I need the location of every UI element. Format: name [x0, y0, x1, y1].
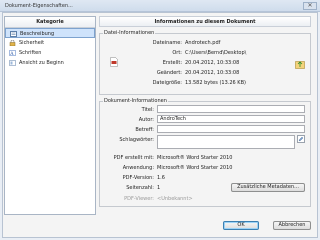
category-label: Beschreibung — [20, 31, 55, 37]
modified-label: Geändert: — [156, 70, 182, 76]
author-label: Autor: — [138, 117, 154, 123]
initial-view-icon — [9, 60, 16, 66]
modified-value: 20.04.2012, 10:33:08 — [185, 70, 240, 76]
pdf-document-icon — [110, 57, 118, 67]
title-field[interactable] — [157, 105, 305, 113]
page-count-label: Seitenzahl: — [126, 185, 154, 191]
file-info-label: Datei-Informationen — [103, 30, 156, 36]
created-value: 20.04.2012, 10:33:08 — [185, 60, 240, 66]
cancel-button[interactable]: Abbrechen — [273, 221, 311, 230]
additional-metadata-button[interactable]: Zusätzliche Metadaten... — [231, 183, 305, 192]
category-item-sicherheit[interactable]: Sicherheit — [5, 38, 95, 48]
info-header-title: Informationen zu diesem Dokument — [154, 19, 256, 25]
category-item-beschreibung[interactable]: Beschreibung — [5, 28, 95, 38]
fonts-icon: A — [9, 50, 16, 56]
description-icon — [10, 31, 17, 37]
file-name-value: Androtech.pdf — [185, 40, 221, 46]
keywords-label: Schlagwörter: — [119, 137, 154, 143]
ok-button[interactable]: OK — [223, 221, 259, 230]
edit-icon — [298, 136, 304, 142]
file-location-value: C:\Users\Bernd\Desktop\ — [185, 50, 247, 56]
category-pane: Kategorie Beschreibung Sicherheit A Schr… — [4, 16, 96, 215]
pdf-viewer-label: PDF-Viewer: — [124, 196, 154, 202]
category-label: Schriften — [19, 50, 42, 56]
application-label: Anwendung: — [122, 165, 154, 171]
pdf-producer-value: Microsoft® Word Starter 2010 — [157, 155, 233, 161]
category-label: Ansicht zu Beginn — [19, 60, 64, 66]
window-title: Dokument-Eigenschaften... — [5, 3, 73, 9]
titlebar: Dokument-Eigenschaften... ✕ — [0, 0, 320, 12]
category-item-schriften[interactable]: A Schriften — [5, 48, 95, 58]
created-label: Erstellt: — [162, 60, 182, 66]
title-label: Titel: — [141, 107, 154, 113]
category-item-ansicht[interactable]: Ansicht zu Beginn — [5, 58, 95, 68]
open-folder-icon[interactable] — [295, 59, 305, 69]
dialog-body: Kategorie Beschreibung Sicherheit A Schr… — [2, 12, 318, 238]
close-button[interactable]: ✕ — [303, 2, 317, 10]
keywords-edit-button[interactable] — [297, 135, 305, 143]
info-header: Informationen zu diesem Dokument — [99, 16, 311, 27]
svg-text:A: A — [9, 51, 14, 56]
file-name-label: Dateiname: — [152, 40, 182, 46]
category-header: Kategorie — [5, 17, 95, 28]
pdf-version-label: PDF-Version: — [122, 175, 154, 181]
doc-info-label: Dokument-Informationen — [103, 98, 168, 104]
keywords-field[interactable] — [157, 135, 295, 149]
file-size-label: Dateigröße: — [152, 80, 182, 86]
subject-field[interactable] — [157, 125, 305, 133]
application-value: Microsoft® Word Starter 2010 — [157, 165, 233, 171]
subject-label: Betreff: — [135, 127, 154, 133]
category-label: Sicherheit — [19, 40, 45, 46]
page-count-value: 1 — [157, 185, 161, 191]
author-field[interactable]: AndroTech — [157, 115, 305, 123]
file-location-label: Ort: — [172, 50, 182, 56]
pdf-producer-label: PDF erstellt mit: — [113, 155, 154, 161]
security-icon — [9, 40, 16, 46]
pdf-viewer-value: <Unbekannt> — [157, 196, 193, 202]
file-size-value: 13.582 bytes (13.26 KB) — [185, 80, 246, 86]
pdf-version-value: 1.6 — [157, 175, 165, 181]
